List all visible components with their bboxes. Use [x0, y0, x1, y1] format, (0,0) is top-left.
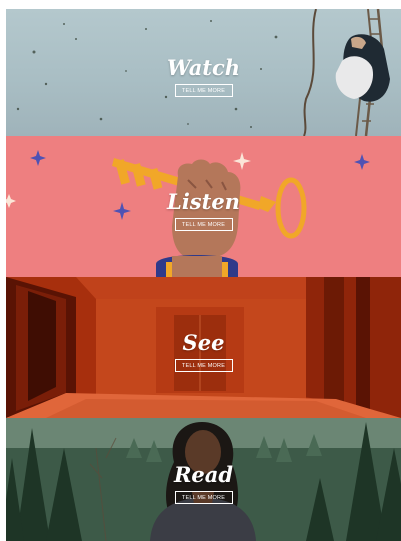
listen-content: Listen TELL ME MORE [6, 136, 401, 277]
read-tell-me-more-button[interactable]: TELL ME MORE [174, 491, 233, 504]
read-content: Read TELL ME MORE [6, 418, 401, 541]
see-tell-me-more-button[interactable]: TELL ME MORE [174, 359, 233, 372]
listen-panel[interactable]: Listen TELL ME MORE [6, 136, 401, 277]
watch-tell-me-more-button[interactable]: TELL ME MORE [174, 84, 233, 97]
read-panel[interactable]: Read TELL ME MORE [6, 418, 401, 541]
read-title: Read [173, 462, 234, 487]
media-category-stack: Watch TELL ME MORE Listen TELL ME MORE S… [6, 9, 401, 541]
see-title: See [182, 330, 225, 355]
see-panel[interactable]: See TELL ME MORE [6, 277, 401, 418]
watch-content: Watch TELL ME MORE [6, 9, 401, 136]
watch-panel[interactable]: Watch TELL ME MORE [6, 9, 401, 136]
listen-title: Listen [167, 189, 240, 214]
listen-tell-me-more-button[interactable]: TELL ME MORE [174, 218, 233, 231]
see-content: See TELL ME MORE [6, 277, 401, 418]
watch-title: Watch [166, 55, 241, 80]
